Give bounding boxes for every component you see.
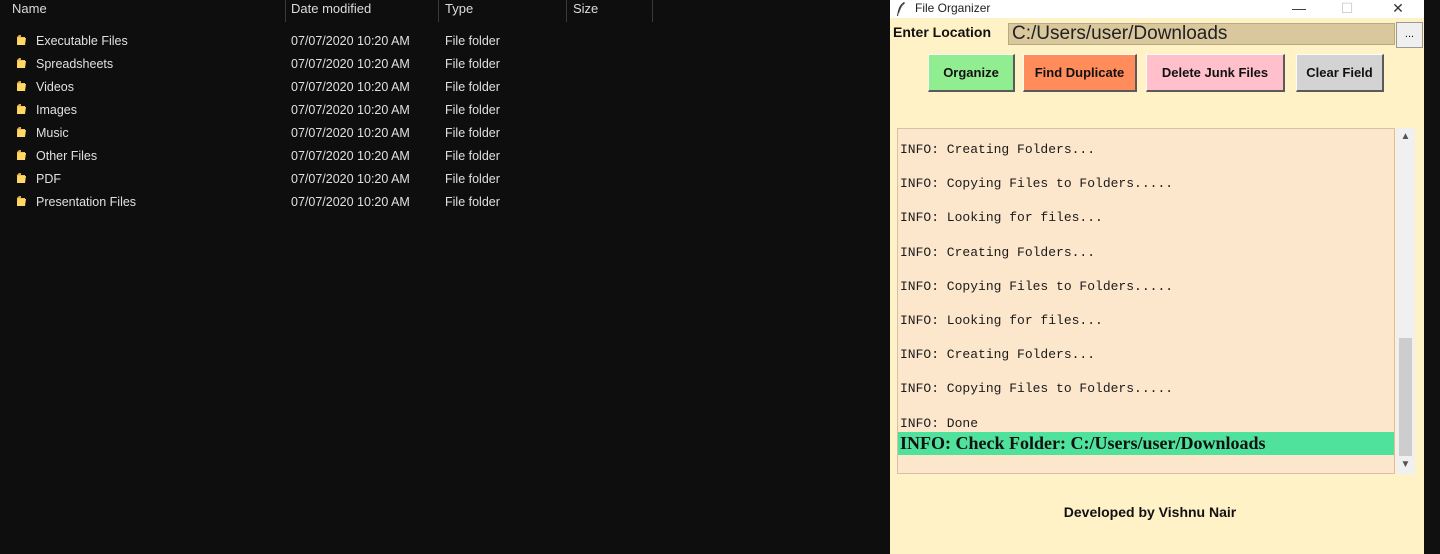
folder-date-modified: 07/07/2020 10:20 AM — [291, 195, 410, 209]
clear-field-button[interactable]: Clear Field — [1296, 54, 1384, 92]
folder-name: Music — [36, 126, 69, 140]
file-explorer-pane: Name Date modified Type Size Executable … — [0, 0, 890, 554]
folder-date-modified: 07/07/2020 10:20 AM — [291, 80, 410, 94]
folder-type: File folder — [445, 80, 500, 94]
log-line: INFO: Looking for files... — [900, 313, 1103, 328]
browse-button[interactable]: ... — [1396, 22, 1423, 48]
scroll-thumb[interactable] — [1399, 338, 1412, 456]
folder-row[interactable]: Spreadsheets 07/07/2020 10:20 AM File fold… — [0, 53, 660, 76]
folder-row[interactable]: Images 07/07/2020 10:20 AM File folder — [0, 99, 660, 122]
folder-date-modified: 07/07/2020 10:20 AM — [291, 126, 410, 140]
folder-icon — [17, 81, 26, 91]
location-label: Enter Location — [893, 24, 992, 40]
log-final-message: INFO: Check Folder: C:/Users/user/Downlo… — [898, 432, 1394, 455]
log-output[interactable]: INFO: Creating Folders... INFO: Copying F… — [897, 128, 1395, 474]
folder-date-modified: 07/07/2020 10:20 AM — [291, 172, 410, 186]
column-header-type[interactable]: Type — [443, 0, 567, 22]
window-title: File Organizer — [915, 1, 991, 15]
folder-name: Images — [36, 103, 77, 117]
column-header-size[interactable]: Size — [571, 0, 653, 22]
folder-date-modified: 07/07/2020 10:20 AM — [291, 57, 410, 71]
folder-type: File folder — [445, 126, 500, 140]
folder-row[interactable]: Other Files 07/07/2020 10:20 AM File folde… — [0, 145, 660, 168]
folder-type: File folder — [445, 103, 500, 117]
title-bar[interactable]: File Organizer — ☐ ✕ — [890, 0, 1424, 18]
folder-row[interactable]: Music 07/07/2020 10:20 AM File folder — [0, 122, 660, 145]
developer-credit: Developed by Vishnu Nair — [1063, 504, 1237, 520]
log-line: INFO: Creating Folders... — [900, 142, 1096, 157]
folder-icon — [17, 150, 26, 160]
folder-icon — [17, 127, 26, 137]
location-input[interactable]: C:/Users/user/Downloads — [1008, 23, 1395, 45]
folder-name: Videos — [36, 80, 74, 94]
background-strip — [1424, 0, 1440, 554]
file-organizer-window: File Organizer — ☐ ✕ Enter Location C:/U… — [890, 0, 1424, 554]
folder-name: Other Files — [36, 149, 98, 163]
folder-type: File folder — [445, 34, 500, 48]
column-header-name[interactable]: Name — [10, 0, 286, 22]
folder-row[interactable]: PDF 07/07/2020 10:20 AM File folder — [0, 168, 660, 191]
delete-junk-files-button[interactable]: Delete Junk Files — [1146, 54, 1285, 92]
folder-type: File folder — [445, 57, 500, 71]
log-line: INFO: Looking for files... — [900, 210, 1103, 226]
find-duplicate-button[interactable]: Find Duplicate — [1023, 54, 1137, 92]
folder-name: Presentation Files — [36, 195, 137, 209]
column-header-row: Name Date modified Type Size — [0, 0, 890, 22]
folder-date-modified: 07/07/2020 10:20 AM — [291, 149, 410, 163]
folder-type: File folder — [445, 149, 500, 163]
column-header-date-modified[interactable]: Date modified — [289, 0, 439, 22]
minimize-button[interactable]: — — [1276, 0, 1322, 18]
folder-icon — [17, 58, 26, 68]
folder-name: PDF — [36, 172, 61, 186]
log-line: INFO: Creating Folders... — [900, 347, 1096, 363]
log-line: INFO: Copying Files to Folders..... — [900, 381, 1174, 397]
folder-name: Spreadsheets — [36, 57, 114, 71]
scroll-down-arrow-icon[interactable]: ▼ — [1396, 456, 1415, 474]
maximize-button[interactable]: ☐ — [1324, 0, 1370, 18]
log-line: INFO: Creating Folders... — [900, 244, 1096, 260]
log-line: INFO: Done — [900, 415, 979, 431]
close-button[interactable]: ✕ — [1375, 0, 1421, 18]
log-line: INFO: Copying Files to Folders..... — [900, 176, 1174, 192]
folder-date-modified: 07/07/2020 10:20 AM — [291, 34, 410, 48]
log-scrollbar[interactable]: ▲ ▼ — [1396, 128, 1415, 474]
scroll-up-arrow-icon[interactable]: ▲ — [1396, 128, 1415, 146]
folder-icon — [17, 104, 26, 114]
folder-row[interactable]: Videos 07/07/2020 10:20 AM File folder — [0, 76, 660, 99]
folder-row[interactable]: Presentation Files 07/07/2020 10:20 AM Fil… — [0, 191, 660, 214]
log-line: INFO: Copying Files to Folders..... — [900, 278, 1174, 294]
folder-name: Executable Files — [36, 34, 128, 48]
folder-icon — [17, 173, 26, 183]
folder-icon — [17, 35, 26, 45]
folder-type: File folder — [445, 195, 500, 209]
organize-button[interactable]: Organize — [928, 54, 1015, 92]
feather-app-icon — [897, 2, 905, 16]
folder-date-modified: 07/07/2020 10:20 AM — [291, 103, 410, 117]
folder-icon — [17, 196, 26, 206]
folder-type: File folder — [445, 172, 500, 186]
folder-row[interactable]: Executable Files 07/07/2020 10:20 AM File … — [0, 30, 660, 53]
